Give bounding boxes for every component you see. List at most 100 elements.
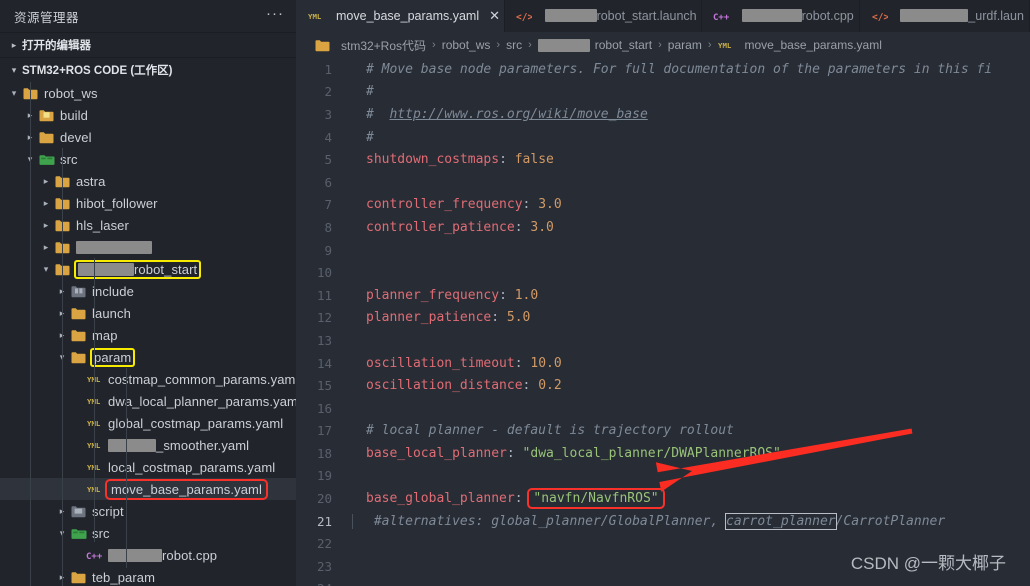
tree-file-row[interactable]: ▸YMLglobal_costmap_params.yaml <box>0 412 296 434</box>
tree-item-label-wrap: global_costmap_params.yaml <box>108 416 283 431</box>
watermark: CSDN @一颗大椰子 <box>850 554 1006 573</box>
tree-file-row[interactable]: ▸YMLdwa_local_planner_params.yaml <box>0 390 297 412</box>
tree-item-label-wrap: param <box>89 347 136 367</box>
tree-folder-row[interactable]: ▾ robot_start <box>0 258 296 280</box>
code-text[interactable]: # Move base node parameters. For full do… <box>352 62 992 77</box>
tree-item-label: robot_ws <box>44 85 98 101</box>
code-line: 6 <box>296 171 1030 194</box>
chevron-down-icon: ▾ <box>11 65 17 75</box>
code-token: : <box>522 378 539 394</box>
editor-tab[interactable]: </> _urdf.laun <box>860 0 1030 32</box>
breadcrumb-item[interactable]: YML move_base_params.yaml <box>717 38 882 52</box>
code-text[interactable]: # http://www.ros.org/wiki/move_base <box>352 107 648 122</box>
code-line: 10 <box>296 261 1030 284</box>
line-number: 15 <box>316 378 332 394</box>
tree-item-label: hibot_follower <box>76 195 158 211</box>
code-token: controller_patience <box>366 219 515 235</box>
more-actions-icon[interactable]: ··· <box>266 6 284 23</box>
code-editor[interactable]: 1 # Move base node parameters. For full d… <box>296 58 1030 586</box>
chevron-down-icon[interactable]: ▾ <box>6 82 22 104</box>
tree-folder-row[interactable]: ▸ <box>0 236 296 258</box>
code-text[interactable]: base_local_planner: "dwa_local_planner/D… <box>352 446 781 461</box>
xml-icon: </> <box>516 11 533 22</box>
chevron-down-icon[interactable]: ▾ <box>38 258 54 280</box>
code-text[interactable]: # <box>352 84 374 99</box>
tree-folder-row[interactable]: ▸script <box>0 500 296 522</box>
code-text[interactable]: # <box>352 130 374 145</box>
indent-guide <box>126 368 127 568</box>
breadcrumb-separator: › <box>496 39 501 51</box>
section-workspace[interactable]: ▾ STM32+ROS CODE (工作区) <box>0 58 296 82</box>
svg-text:C++: C++ <box>713 13 730 22</box>
tree-item-label: costmap_common_params.yaml <box>108 371 296 387</box>
code-text[interactable]: controller_patience: 3.0 <box>352 220 554 235</box>
line-number: 1 <box>324 61 332 77</box>
tree-folder-row[interactable]: ▸launch <box>0 302 296 324</box>
breadcrumb-item[interactable]: robot_ws <box>442 38 491 52</box>
yaml-icon: YML <box>307 11 324 21</box>
tree-folder-row[interactable]: ▸map <box>0 324 296 346</box>
breadcrumb-item[interactable]: stm32+Ros代码 <box>341 37 426 54</box>
close-icon[interactable]: ✕ <box>489 8 500 24</box>
chevron-right-icon[interactable]: ▸ <box>38 170 54 192</box>
tree-folder-row[interactable]: ▾ robot_ws <box>0 82 296 104</box>
tree-folder-row[interactable]: ▾param <box>0 346 296 368</box>
code-text[interactable]: #alternatives: global_planner/GlobalPlan… <box>352 512 945 530</box>
code-line: 7 controller_frequency: 3.0 <box>296 194 1030 217</box>
chevron-right-icon[interactable]: ▸ <box>38 214 54 236</box>
redacted-text <box>76 240 152 254</box>
tree-folder-row[interactable]: ▸teb_param <box>0 566 296 586</box>
editor-tab[interactable]: </> robot_start.launch <box>505 0 702 32</box>
tree-item-label-wrap: dwa_local_planner_params.yaml <box>108 394 296 409</box>
editor-tab[interactable]: YML move_base_params.yaml ✕ <box>296 0 505 32</box>
code-text[interactable]: oscillation_distance: 0.2 <box>352 378 562 393</box>
code-text[interactable]: oscillation_timeout: 10.0 <box>352 356 562 371</box>
breadcrumb-item[interactable]: src <box>506 38 522 52</box>
tree-item-label-wrap: hibot_follower <box>76 196 158 211</box>
tree-folder-row[interactable]: ▸include <box>0 280 296 302</box>
tree-item-label: launch <box>92 305 131 321</box>
tree-folder-row[interactable]: ▸build <box>0 104 296 126</box>
tree-folder-row[interactable]: ▾src <box>0 148 296 170</box>
breadcrumb-item[interactable]: robot_start <box>537 38 652 52</box>
tree-folder-row[interactable]: ▸ astra <box>0 170 296 192</box>
tree-file-row[interactable]: ▸C++robot.cpp <box>0 544 296 566</box>
line-number: 9 <box>324 242 332 258</box>
tree-file-row[interactable]: ▸YMLcostmap_common_params.yaml <box>0 368 297 390</box>
tree-item-label-wrap: build <box>60 108 88 123</box>
line-number: 18 <box>316 445 332 461</box>
editor-tab[interactable]: C++ robot.cpp <box>702 0 861 32</box>
folder-include-icon <box>70 285 87 298</box>
chevron-right-icon[interactable]: ▸ <box>38 192 54 214</box>
line-number: 6 <box>324 174 332 190</box>
tree-folder-row[interactable]: ▸ hls_laser <box>0 214 296 236</box>
chevron-right-icon[interactable]: ▸ <box>38 236 54 258</box>
tree-folder-row[interactable]: ▸ hibot_follower <box>0 192 296 214</box>
tree-file-row[interactable]: ▸YMLlocal_costmap_params.yaml <box>0 456 296 478</box>
tree-file-row[interactable]: ▸YML_smoother.yaml <box>0 434 296 456</box>
section-open-editors[interactable]: ▸ 打开的编辑器 <box>0 33 296 57</box>
redacted-text <box>900 9 969 22</box>
code-token: : <box>506 445 523 461</box>
tree-item-label-wrap: robot_ws <box>44 86 98 101</box>
code-token: : <box>514 355 531 371</box>
tree-item-label: local_costmap_params.yaml <box>108 459 276 475</box>
code-text[interactable]: controller_frequency: 3.0 <box>352 197 562 212</box>
code-text[interactable]: shutdown_costmaps: false <box>352 152 554 167</box>
tree-file-row[interactable]: ▸YMLmove_base_params.yaml <box>0 478 296 500</box>
folder-src-icon <box>70 527 87 540</box>
tree-item-label-wrap: map <box>92 328 118 343</box>
code-text[interactable]: base_global_planner: "navfn/NavfnROS" <box>352 488 665 510</box>
code-token: # <box>366 106 390 122</box>
tree-folder-row[interactable]: ▾src <box>0 522 296 544</box>
code-line: 5 shutdown_costmaps: false <box>296 148 1030 171</box>
tree-folder-row[interactable]: ▸devel <box>0 126 296 148</box>
code-token: #alternatives: global_planner/GlobalPlan… <box>366 513 727 529</box>
code-text[interactable]: planner_frequency: 1.0 <box>352 288 538 303</box>
breadcrumb-label: robot_ws <box>441 38 491 52</box>
code-text[interactable]: # local planner - default is trajectory … <box>352 423 734 438</box>
tree-item-label-wrap: include <box>92 284 134 299</box>
breadcrumb-item[interactable]: param <box>668 38 702 52</box>
code-text[interactable]: planner_patience: 5.0 <box>352 310 530 325</box>
folder-open-icon <box>70 351 87 364</box>
